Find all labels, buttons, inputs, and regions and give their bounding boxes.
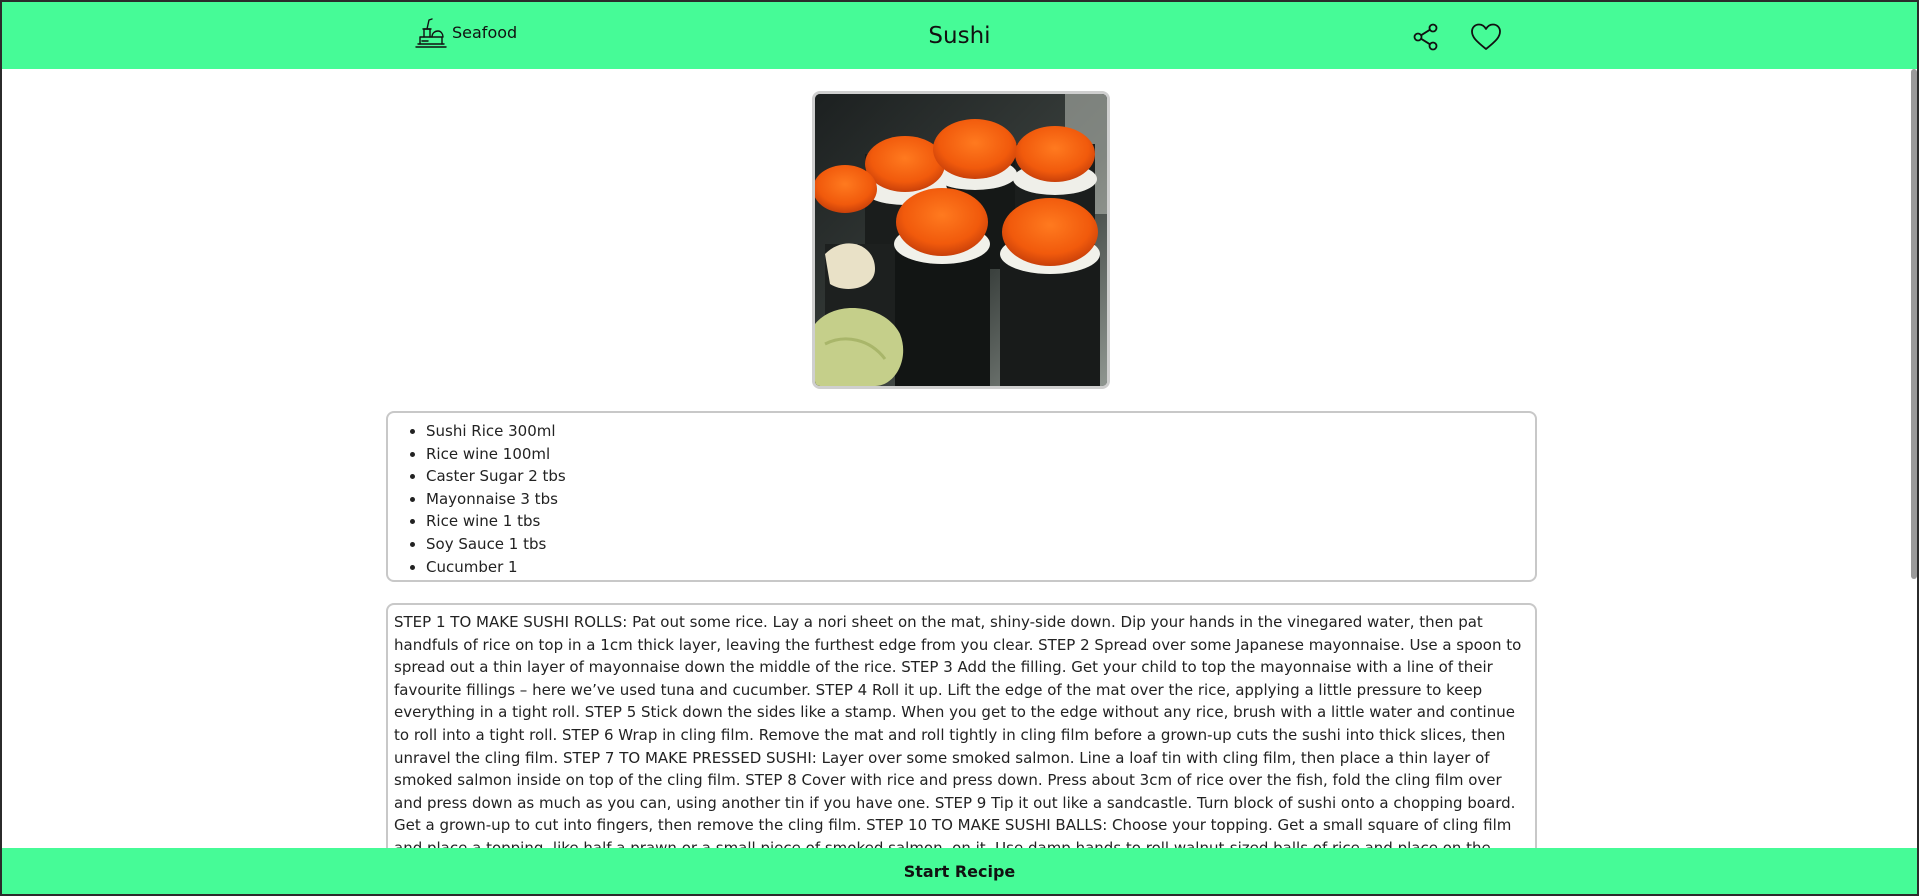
page-title: Sushi: [2, 22, 1917, 50]
ingredient-item: Caster Sugar 2 tbs: [426, 465, 1535, 488]
recipe-title: Sushi: [928, 23, 991, 49]
ingredient-item: Rice wine 100ml: [426, 443, 1535, 466]
ingredient-item: Mayonnaise 3 tbs: [426, 488, 1535, 511]
app-window: Seafood Sushi • Sushi Rice 300ml • Rice …: [0, 0, 1919, 896]
recipe-photo: [812, 91, 1110, 389]
share-icon: [1411, 23, 1441, 56]
ingredients-list: Sushi Rice 300ml Rice wine 100ml Caster …: [388, 413, 1535, 578]
ingredient-item: Rice wine 1 tbs: [426, 510, 1535, 533]
ingredient-item: Cucumber 1: [426, 556, 1535, 579]
top-bar: Seafood Sushi: [2, 2, 1917, 69]
page-scrollbar[interactable]: [1911, 69, 1917, 579]
ingredients-panel: Sushi Rice 300ml Rice wine 100ml Caster …: [386, 411, 1537, 582]
heart-icon: [1470, 23, 1502, 56]
sushi-rolls-photo: [815, 94, 1107, 386]
instructions-text: STEP 1 TO MAKE SUSHI ROLLS: Pat out some…: [394, 613, 1522, 880]
ingredient-item: Sushi Rice 300ml: [426, 420, 1535, 443]
ingredient-item: Soy Sauce 1 tbs: [426, 533, 1535, 556]
share-button[interactable]: [1411, 22, 1441, 52]
favorite-button[interactable]: [1470, 22, 1502, 52]
start-recipe-button[interactable]: Start Recipe: [904, 862, 1016, 881]
bottom-bar: Start Recipe: [2, 848, 1917, 894]
